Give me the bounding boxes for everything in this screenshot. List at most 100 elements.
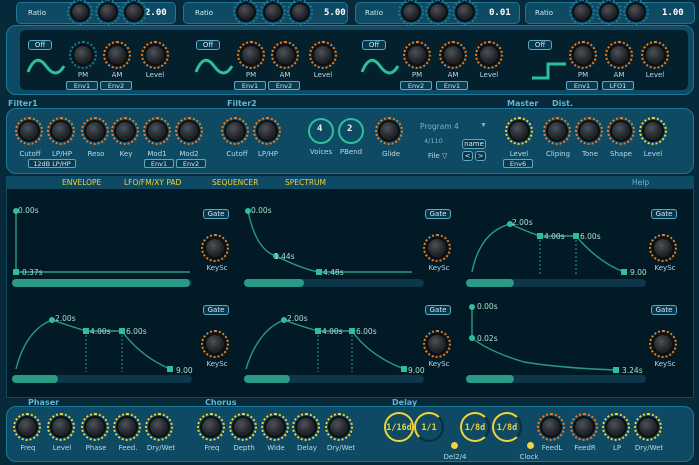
clock-label: Clock <box>519 453 539 461</box>
osc1-am-knob[interactable] <box>106 44 128 66</box>
chorus-knob-0[interactable] <box>200 416 222 438</box>
del24-label: Del2/4 <box>443 453 467 461</box>
ratio-knob-6[interactable] <box>401 2 421 22</box>
delay-time-2-value: 1/1 <box>421 423 437 433</box>
filter-lphp-knob[interactable] <box>50 120 72 142</box>
osc2-level-knob[interactable] <box>312 44 334 66</box>
env6-keysc-knob[interactable] <box>652 333 674 355</box>
osc4-pm-knob[interactable] <box>572 44 594 66</box>
osc3-level-knob[interactable] <box>478 44 500 66</box>
ratio-knob-8[interactable] <box>455 2 475 22</box>
ratio-knob-11[interactable] <box>626 2 646 22</box>
delay-knob-3[interactable] <box>637 416 659 438</box>
phaser-knob-4[interactable] <box>148 416 170 438</box>
shape-knob[interactable] <box>610 120 632 142</box>
osc4-am-knob[interactable] <box>608 44 630 66</box>
osc2-pm-knob[interactable] <box>240 44 262 66</box>
master-level-knob[interactable] <box>508 120 530 142</box>
delay-knob-2[interactable] <box>605 416 627 438</box>
env6-label-decay: 0.02s <box>477 334 498 343</box>
osc4-mod2-select[interactable]: LFO1 <box>602 81 634 90</box>
osc1-mod2-select[interactable]: Env2 <box>100 81 132 90</box>
phaser-knob-0[interactable] <box>16 416 38 438</box>
phaser-knob-2[interactable] <box>84 416 106 438</box>
ratio-knob-2[interactable] <box>124 2 144 22</box>
osc4-level-label: Level <box>645 71 665 79</box>
env1-curve <box>15 211 190 273</box>
ratio-knob-4[interactable] <box>263 2 283 22</box>
chorus-drywet-label: Dry/Wet <box>326 444 356 452</box>
clock-led[interactable] <box>527 442 534 449</box>
filter-cutoff2-knob[interactable] <box>224 120 246 142</box>
env5-keysc-knob[interactable] <box>426 333 448 355</box>
env3-label-attack: 2.00s <box>512 218 533 227</box>
osc3-pm-knob[interactable] <box>406 44 428 66</box>
tone-knob[interactable] <box>578 120 600 142</box>
osc1-pm-knob[interactable] <box>72 44 94 66</box>
ratio-knob-0[interactable] <box>70 2 90 22</box>
env5-label-decay: 4.00s <box>322 327 343 336</box>
osc1-mod1-select[interactable]: Env1 <box>66 81 98 90</box>
env1-keysc-knob[interactable] <box>204 237 226 259</box>
phaser-title: Phaser <box>28 398 60 407</box>
env4-label-attack: 2.00s <box>55 314 76 323</box>
env3-label-decay: 4.00s <box>544 232 565 241</box>
ratio-knob-3[interactable] <box>236 2 256 22</box>
del24-led[interactable] <box>451 442 458 449</box>
dist-level-knob[interactable] <box>642 120 664 142</box>
filter-cutoff-knob[interactable] <box>18 120 40 142</box>
osc4-level-knob[interactable] <box>644 44 666 66</box>
filter-lphp2-knob[interactable] <box>256 120 278 142</box>
env4-label-sustain: 6.00s <box>126 327 147 336</box>
osc2-mod2-select[interactable]: Env2 <box>268 81 300 90</box>
ratio-knob-7[interactable] <box>428 2 448 22</box>
env3-label-sustain: 6.00s <box>580 232 601 241</box>
osc2-am-knob[interactable] <box>274 44 296 66</box>
osc3-mod2-select[interactable]: Env1 <box>436 81 468 90</box>
osc3-am-label: AM <box>447 71 459 79</box>
phaser-knob-3[interactable] <box>116 416 138 438</box>
env1-label-attack: 0.00s <box>18 206 39 215</box>
filter-key-knob[interactable] <box>114 120 136 142</box>
osc3-pm-label: PM <box>411 71 423 79</box>
env5-label-attack: 2.00s <box>287 314 308 323</box>
env3-keysc-knob[interactable] <box>652 237 674 259</box>
osc2-pm-label: PM <box>245 71 257 79</box>
phaser-phase-label: Phase <box>85 444 107 452</box>
chorus-title: Chorus <box>205 398 237 407</box>
ratio-knob-10[interactable] <box>599 2 619 22</box>
env4-keysc-knob[interactable] <box>204 333 226 355</box>
delay-knob-1[interactable] <box>573 416 595 438</box>
synth-window: Ratio 2.00 Ratio 5.00 Ratio 0.01 Ratio 1… <box>0 0 699 465</box>
filter-mod1-knob[interactable] <box>146 120 168 142</box>
chorus-knob-4[interactable] <box>328 416 350 438</box>
env2-curve <box>247 210 412 273</box>
osc1-pm-label: PM <box>77 71 89 79</box>
clipping-knob[interactable] <box>546 120 568 142</box>
osc2-level-label: Level <box>313 71 333 79</box>
phaser-knob-1[interactable] <box>50 416 72 438</box>
filter-mod2-knob[interactable] <box>178 120 200 142</box>
delay-time-3-value: 1/8d <box>464 423 486 433</box>
osc3-am-knob[interactable] <box>442 44 464 66</box>
chorus-knob-1[interactable] <box>232 416 254 438</box>
osc1-level-knob[interactable] <box>144 44 166 66</box>
osc3-mod1-select[interactable]: Env2 <box>400 81 432 90</box>
osc2-mod1-select[interactable]: Env1 <box>234 81 266 90</box>
filter-glide-knob[interactable] <box>378 120 400 142</box>
chorus-freq-label: Freq <box>204 444 220 452</box>
delay-knob-0[interactable] <box>540 416 562 438</box>
delay-time-4-value: 1/8d <box>496 423 518 433</box>
phaser-freq-label: Freq <box>20 444 36 452</box>
env2-keysc-knob[interactable] <box>426 237 448 259</box>
chorus-knob-3[interactable] <box>295 416 317 438</box>
env2-label-attack: 0.00s <box>251 206 272 215</box>
ratio-knob-5[interactable] <box>290 2 310 22</box>
osc4-mod1-select[interactable]: Env1 <box>566 81 598 90</box>
osc3-level-label: Level <box>479 71 499 79</box>
ratio-knob-1[interactable] <box>98 2 118 22</box>
delay-feedl-label: FeedL <box>541 444 563 452</box>
filter-reso-knob[interactable] <box>84 120 106 142</box>
ratio-knob-9[interactable] <box>572 2 592 22</box>
chorus-knob-2[interactable] <box>264 416 286 438</box>
